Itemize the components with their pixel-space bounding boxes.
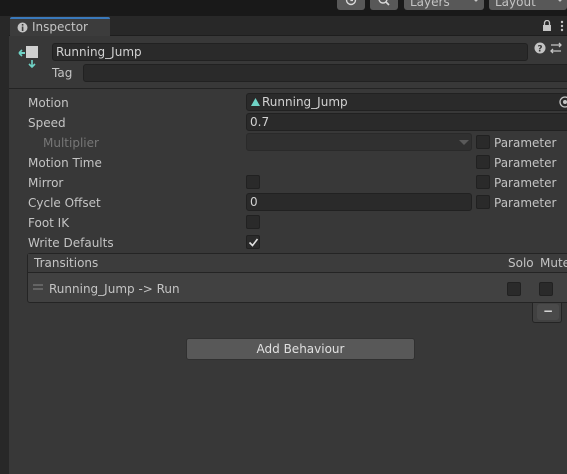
transition-solo-checkbox[interactable] (507, 282, 521, 296)
cycle-offset-parameter-label: Parameter (494, 196, 557, 210)
cycle-offset-value: 0 (250, 195, 258, 209)
drag-handle-icon[interactable] (33, 284, 43, 290)
add-behaviour-button[interactable]: Add Behaviour (186, 338, 415, 360)
chevron-down-icon (474, 0, 478, 2)
motion-value: Running_Jump (262, 95, 348, 109)
kebab-menu-icon[interactable] (557, 20, 567, 32)
motion-time-parameter-label: Parameter (494, 156, 557, 170)
mirror-label: Mirror (28, 176, 64, 190)
remove-transition-button[interactable]: − (537, 304, 559, 320)
tag-label: Tag (52, 66, 73, 80)
tab-title: Inspector (32, 20, 88, 34)
state-name-value: Running_Jump (56, 45, 142, 59)
history-button[interactable] (337, 0, 365, 10)
layers-dropdown[interactable]: Layers (404, 0, 484, 10)
mirror-parameter-label: Parameter (494, 176, 557, 190)
multiplier-label: Multiplier (43, 136, 99, 150)
speed-label: Speed (28, 116, 66, 130)
layers-label: Layers (410, 0, 450, 9)
cycle-offset-label: Cycle Offset (28, 196, 101, 210)
animation-state-icon (18, 46, 38, 69)
list-footer: − (532, 303, 562, 323)
motion-time-parameter-checkbox[interactable] (476, 155, 490, 169)
svg-text:?: ? (537, 45, 542, 55)
foot-ik-label: Foot IK (28, 216, 70, 230)
header-divider (9, 88, 567, 89)
search-button[interactable] (370, 0, 398, 10)
motion-label: Motion (28, 96, 69, 110)
motion-time-label: Motion Time (28, 156, 102, 170)
transitions-header-label: Transitions (34, 256, 99, 270)
layout-dropdown[interactable]: Layout (489, 0, 567, 10)
presets-icon[interactable] (550, 42, 564, 54)
solo-column-label: Solo (508, 256, 534, 270)
dropdown-arrow-icon (459, 140, 469, 145)
speed-field[interactable]: 0.7 (246, 113, 567, 131)
history-icon (345, 0, 357, 6)
help-icon[interactable]: ? (534, 42, 546, 54)
layout-label: Layout (495, 0, 536, 9)
mirror-parameter-checkbox[interactable] (476, 175, 490, 189)
lock-icon[interactable] (541, 20, 553, 32)
transition-mute-checkbox[interactable] (539, 282, 553, 296)
cycle-offset-parameter-checkbox[interactable] (476, 195, 490, 209)
foot-ik-checkbox[interactable] (246, 215, 260, 229)
motion-field[interactable]: Running_Jump (246, 93, 567, 111)
multiplier-parameter-checkbox[interactable] (476, 135, 490, 149)
object-picker-icon[interactable] (559, 96, 567, 108)
transitions-header: Transitions Solo Mute (28, 254, 567, 273)
multiplier-dropdown[interactable] (246, 133, 472, 151)
speed-value: 0.7 (250, 115, 270, 129)
tab-inspector[interactable]: Inspector (10, 17, 110, 36)
mute-column-label: Mute (540, 256, 567, 270)
checkmark-icon (248, 238, 259, 247)
info-icon (17, 22, 28, 33)
chevron-down-icon (558, 0, 562, 2)
write-defaults-label: Write Defaults (28, 236, 114, 250)
mirror-checkbox[interactable] (246, 175, 260, 189)
left-panel-edge (0, 16, 9, 474)
search-icon (378, 0, 390, 6)
cycle-offset-field[interactable]: 0 (246, 193, 472, 211)
animation-clip-icon (251, 98, 260, 106)
transition-name: Running_Jump -> Run (49, 282, 180, 296)
state-name-field[interactable]: Running_Jump (52, 43, 528, 61)
tag-field[interactable] (83, 64, 567, 82)
write-defaults-checkbox[interactable] (246, 235, 260, 249)
multiplier-parameter-label: Parameter (494, 136, 557, 150)
transition-row[interactable]: Running_Jump -> Run (28, 274, 567, 302)
